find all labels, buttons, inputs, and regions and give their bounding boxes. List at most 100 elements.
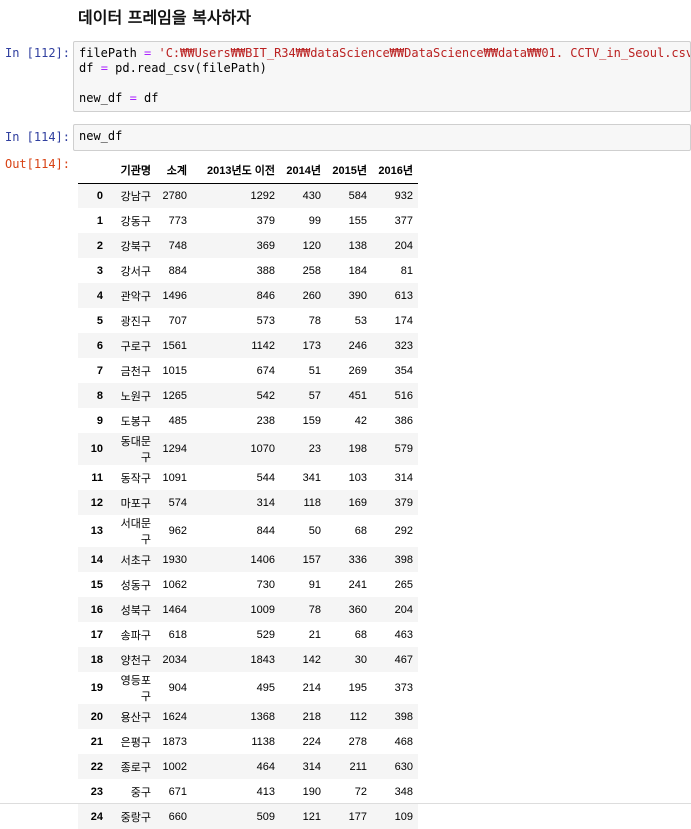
code-cell-input[interactable]: new_df <box>73 124 691 151</box>
table-cell: 112 <box>349 710 367 723</box>
row-index: 18 <box>90 653 103 666</box>
table-row: 8 노원구 1265 542 57 451 516 <box>78 383 418 408</box>
table-cell: 884 <box>168 264 187 277</box>
table-cell: 강동구 <box>120 215 151 228</box>
table-cell: 1070 <box>250 443 275 455</box>
table-cell: 1561 <box>162 339 187 352</box>
table-cell: 211 <box>349 760 367 773</box>
table-cell: 중랑구 <box>120 811 151 824</box>
table-cell: 579 <box>394 443 413 455</box>
table-cell: 413 <box>256 785 275 798</box>
row-index: 10 <box>90 443 103 455</box>
table-cell: 398 <box>394 710 413 723</box>
table-cell: 구로구 <box>120 340 151 353</box>
table-cell: 369 <box>256 239 275 252</box>
table-cell: 467 <box>394 653 413 666</box>
table-cell: 159 <box>302 414 321 427</box>
table-cell: 성북구 <box>120 604 151 617</box>
table-cell: 1002 <box>162 760 187 773</box>
column-header <box>78 157 108 184</box>
table-cell: 마포구 <box>120 497 151 510</box>
code-editor[interactable]: filePath = 'C:₩₩Users₩₩BIT_R34₩₩dataScie… <box>74 42 690 110</box>
row-index: 0 <box>96 189 103 202</box>
table-cell: 430 <box>302 189 321 202</box>
table-cell: 260 <box>302 289 321 302</box>
dataframe-output: 기관명 소계 2013년도 이전 2014년 2015년 2016년 0 강남구 2780 12… <box>78 157 418 829</box>
column-header: 2014년 <box>280 157 326 184</box>
table-cell: 618 <box>168 628 187 641</box>
code-editor[interactable]: new_df <box>74 125 690 148</box>
table-cell: 846 <box>256 289 275 302</box>
table-cell: 485 <box>168 414 187 427</box>
table-cell: 241 <box>348 578 367 591</box>
table-cell: 544 <box>256 471 275 484</box>
table-cell: 81 <box>400 264 413 277</box>
table-cell: 1009 <box>250 603 275 616</box>
table-row: 17 송파구 618 529 21 68 463 <box>78 622 418 647</box>
table-cell: 360 <box>348 603 367 616</box>
table-header-row: 기관명 소계 2013년도 이전 2014년 2015년 2016년 <box>78 157 418 184</box>
table-cell: 190 <box>302 785 321 798</box>
table-cell: 341 <box>302 471 321 484</box>
table-cell: 932 <box>394 189 413 202</box>
table-cell: 1294 <box>162 443 187 455</box>
table-cell: 광진구 <box>120 315 151 328</box>
code-cell-input[interactable]: filePath = 'C:₩₩Users₩₩BIT_R34₩₩dataScie… <box>73 41 691 112</box>
table-cell: 송파구 <box>120 629 151 642</box>
table-cell: 은평구 <box>120 736 151 749</box>
table-cell: 574 <box>168 496 187 509</box>
table-cell: 1406 <box>250 553 275 566</box>
table-cell: 121 <box>302 810 321 823</box>
row-index: 24 <box>90 810 103 823</box>
table-cell: 386 <box>394 414 413 427</box>
table-cell: 388 <box>256 264 275 277</box>
table-row: 2 강북구 748 369 120 138 204 <box>78 233 418 258</box>
table-cell: 1368 <box>250 710 275 723</box>
table-row: 16 성북구 1464 1009 78 360 204 <box>78 597 418 622</box>
table-cell: 258 <box>302 264 321 277</box>
row-index: 12 <box>90 496 103 509</box>
row-index: 4 <box>96 289 103 302</box>
table-row: 21 은평구 1873 1138 224 278 468 <box>78 729 418 754</box>
table-cell: 962 <box>168 525 187 537</box>
table-row: 24 중랑구 660 509 121 177 109 <box>78 804 418 829</box>
table-cell: 773 <box>168 214 187 227</box>
table-cell: 1292 <box>250 189 275 202</box>
table-cell: 195 <box>348 682 367 694</box>
table-cell: 1138 <box>251 735 275 748</box>
table-cell: 238 <box>256 414 275 427</box>
table-cell: 463 <box>394 628 413 641</box>
table-cell: 398 <box>394 553 413 566</box>
table-cell: 1873 <box>162 735 187 748</box>
table-cell: 관악구 <box>120 290 151 303</box>
table-cell: 동대문구 <box>120 436 151 464</box>
row-index: 17 <box>90 628 103 641</box>
table-cell: 성동구 <box>120 579 151 592</box>
table-cell: 451 <box>348 389 367 402</box>
table-cell: 1930 <box>162 553 187 566</box>
row-index: 1 <box>96 214 103 227</box>
table-row: 18 양천구 2034 1843 142 30 467 <box>78 647 418 672</box>
table-cell: 118 <box>303 496 321 509</box>
table-cell: 노원구 <box>120 390 151 403</box>
table-cell: 68 <box>354 628 367 641</box>
table-cell: 78 <box>308 603 321 616</box>
output-prompt: Out[114]: <box>4 157 70 171</box>
table-cell: 양천구 <box>120 654 151 667</box>
table-row: 9 도봉구 485 238 159 42 386 <box>78 408 418 433</box>
table-cell: 도봉구 <box>120 415 151 428</box>
row-index: 23 <box>90 785 103 798</box>
table-row: 4 관악구 1496 846 260 390 613 <box>78 283 418 308</box>
table-cell: 377 <box>394 214 413 227</box>
table-cell: 53 <box>354 314 367 327</box>
table-cell: 109 <box>394 810 413 823</box>
table-cell: 218 <box>302 710 321 723</box>
table-row: 11 동작구 1091 544 341 103 314 <box>78 465 418 490</box>
code-line: filePath = 'C:₩₩Users₩₩BIT_R34₩₩dataScie… <box>79 46 690 60</box>
table-cell: 1062 <box>162 578 187 591</box>
table-cell: 707 <box>168 314 187 327</box>
table-cell: 674 <box>256 364 275 377</box>
table-row: 15 성동구 1062 730 91 241 265 <box>78 572 418 597</box>
row-index: 20 <box>90 710 103 723</box>
table-cell: 1091 <box>162 471 187 484</box>
